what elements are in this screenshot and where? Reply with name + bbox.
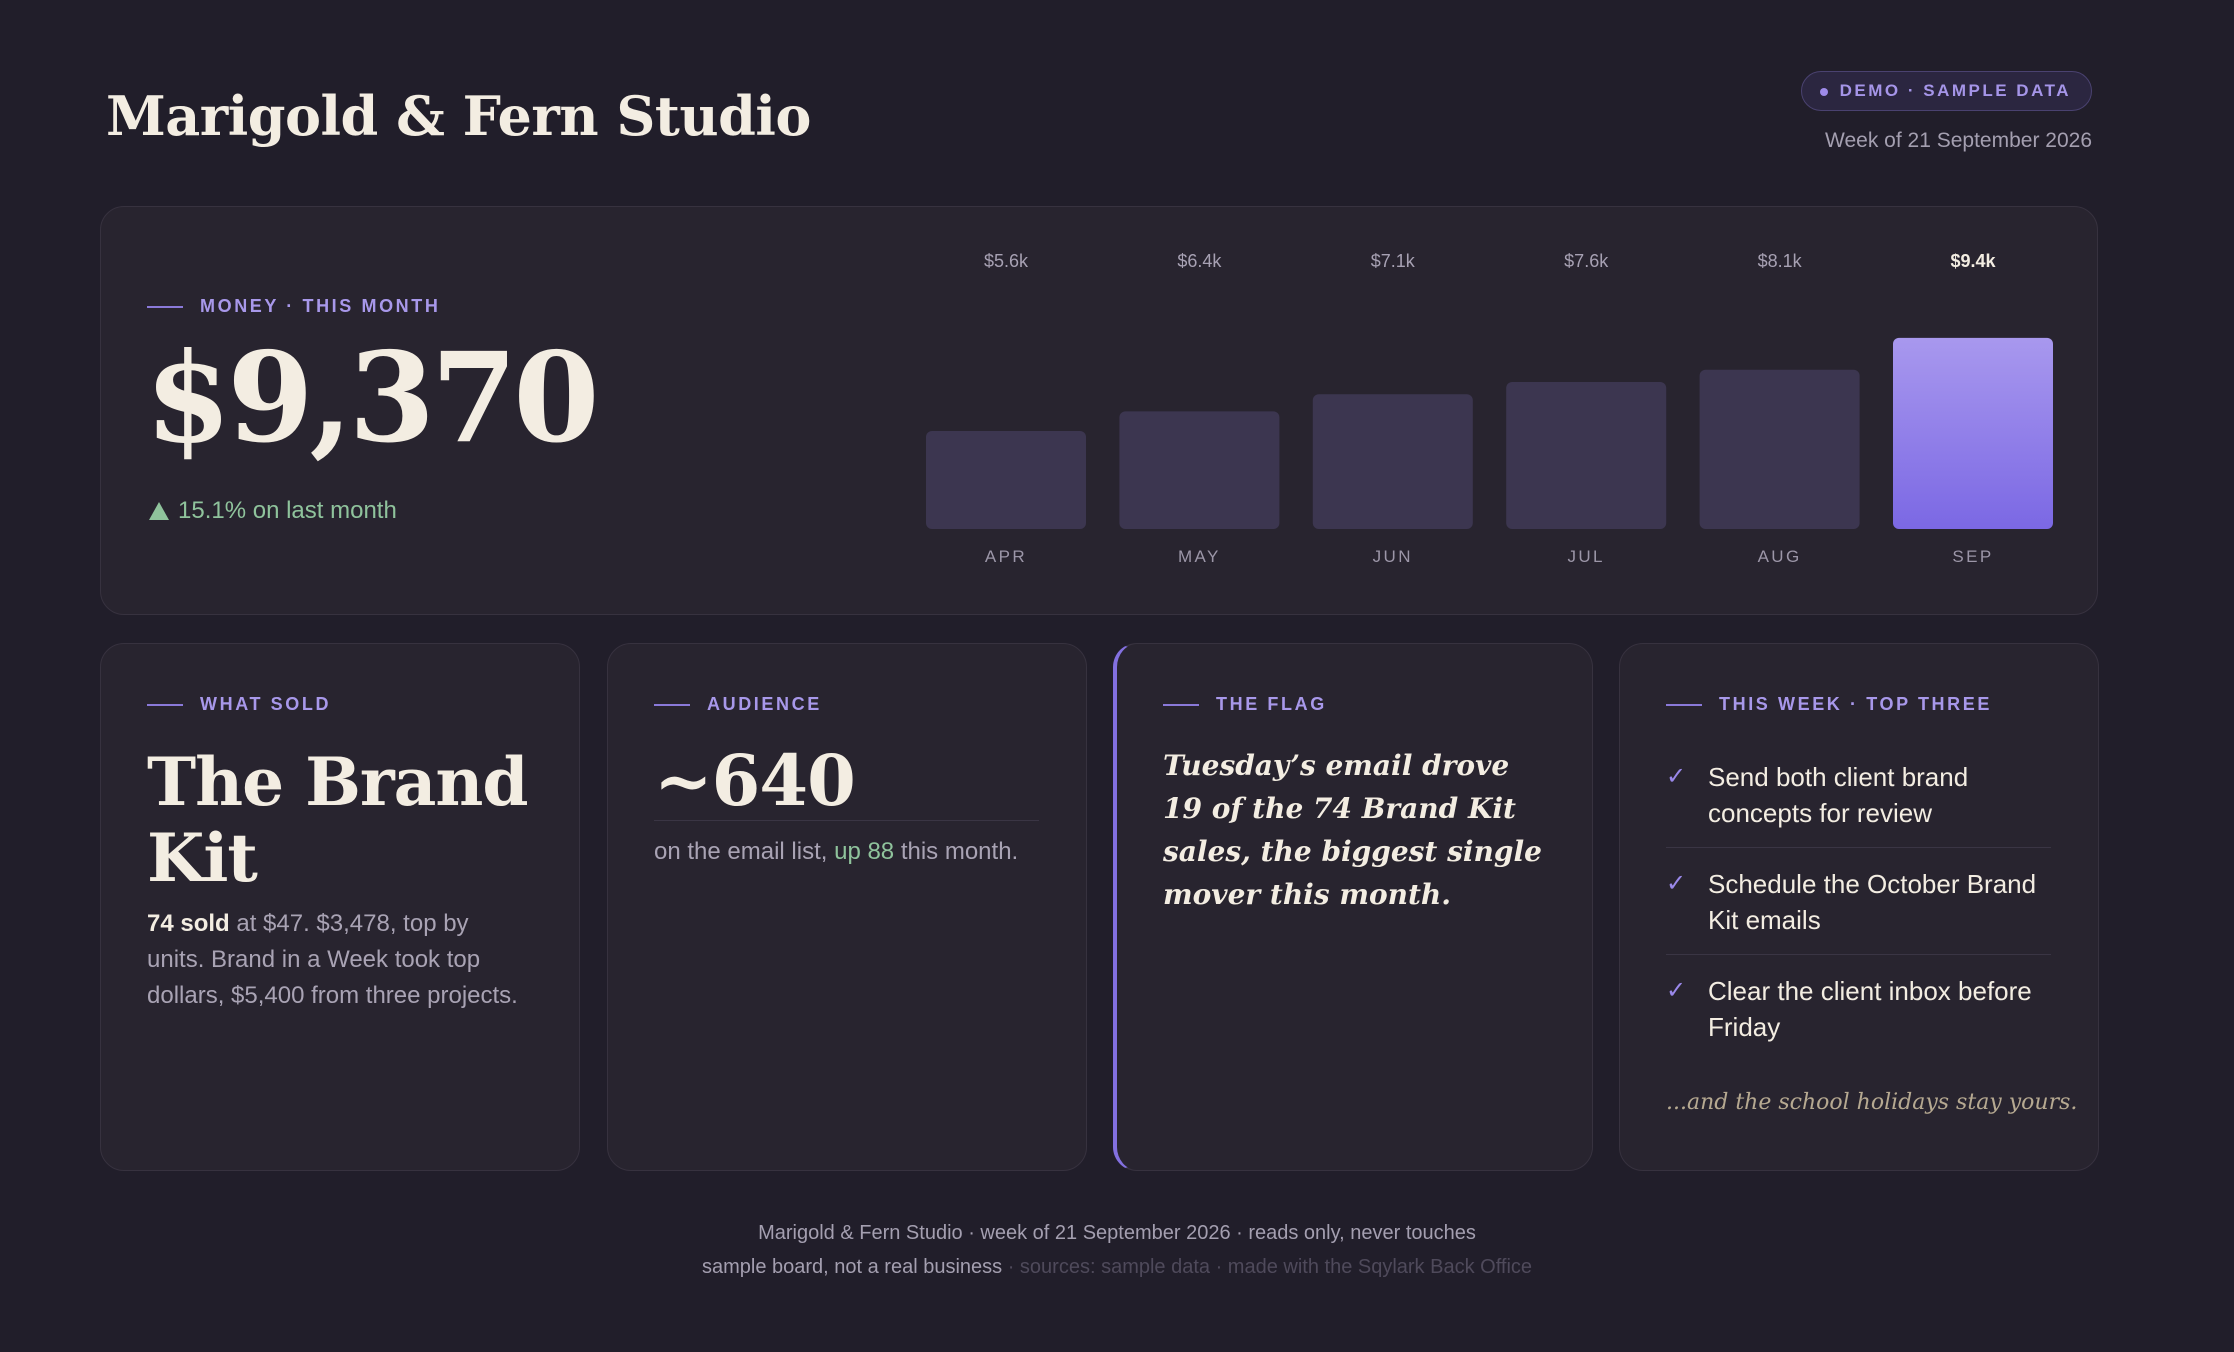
eyebrow-rule <box>654 703 690 706</box>
bar-value-label: $6.4k <box>1177 251 1222 271</box>
top-product-title: The Brand Kit <box>147 743 529 897</box>
money-card: MONEY · THIS MONTH $9,370 15.1% on last … <box>100 206 2098 615</box>
month-tick-label: SEP <box>1952 547 1993 566</box>
flag-card: THE FLAG Tuesday’s email drove 19 of the… <box>1113 643 1593 1171</box>
check-icon: ✓ <box>1666 977 1687 1004</box>
demo-badge: DEMO · SAMPLE DATA <box>1800 71 2092 111</box>
todo-item: ✓ Clear the client inbox before Friday <box>1666 955 2051 1045</box>
footer-line-1: Marigold & Fern Studio · week of 21 Sept… <box>758 1222 1476 1244</box>
bar-value-label: $5.6k <box>984 251 1029 271</box>
todo-footnote: ...and the school holidays stay yours. <box>1666 1090 2078 1115</box>
bar-jun <box>1312 394 1473 529</box>
audience-post: this month. <box>894 838 1019 865</box>
status-dot-icon <box>1819 88 1828 96</box>
eyebrow-rule <box>147 703 183 706</box>
audience-pre: on the email list, <box>654 838 835 865</box>
bar-aug <box>1699 369 1860 529</box>
eyebrow-rule <box>1666 703 1702 706</box>
sold-summary: 74 sold at $47. $3,478, top by units. Br… <box>147 906 527 1014</box>
top-three-card: THIS WEEK · TOP THREE ✓ Send both client… <box>1619 643 2099 1171</box>
flag-eyebrow: THE FLAG <box>1163 694 1327 715</box>
footer-line-2: sample board, not a real business · sour… <box>0 1256 2234 1279</box>
bar-sep <box>1893 337 2053 529</box>
todo-item-label: Send both client brand concepts for revi… <box>1708 762 1969 828</box>
todo-eyebrow-label: THIS WEEK · TOP THREE <box>1719 694 1992 714</box>
check-icon: ✓ <box>1666 870 1687 897</box>
todo-item: ✓ Schedule the October Brand Kit emails <box>1666 848 2051 955</box>
month-tick-label: MAY <box>1178 547 1221 566</box>
audience-eyebrow: AUDIENCE <box>654 694 822 715</box>
todo-list: ✓ Send both client brand concepts for re… <box>1666 759 2051 1045</box>
audience-growth: up 88 <box>834 838 895 865</box>
bar-may <box>1119 411 1280 529</box>
todo-eyebrow: THIS WEEK · TOP THREE <box>1666 694 1992 715</box>
units-sold: 74 sold <box>147 910 230 937</box>
month-tick-label: AUG <box>1758 547 1802 566</box>
bar-value-label: $8.1k <box>1758 251 1803 271</box>
footer-sources: · sources: sample data · made with the S… <box>1002 1256 1533 1278</box>
month-tick-label: JUN <box>1373 547 1413 566</box>
footer-note: sample board, not a real business <box>701 1256 1003 1278</box>
bar-jul <box>1506 382 1667 529</box>
demo-badge-label: DEMO · SAMPLE DATA <box>1839 81 2071 100</box>
month-tick-label: JUL <box>1567 547 1604 566</box>
flag-quote: Tuesday’s email drove 19 of the 74 Brand… <box>1163 749 1542 911</box>
eyebrow-rule <box>1163 703 1199 706</box>
week-label: Week of 21 September 2026 <box>1825 129 2092 152</box>
sold-eyebrow: WHAT SOLD <box>147 694 331 715</box>
bar-apr <box>926 431 1086 529</box>
bar-value-label: $7.1k <box>1371 251 1416 271</box>
audience-count: ~640 <box>654 739 856 822</box>
todo-item-label: Clear the client inbox before Friday <box>1708 976 2032 1042</box>
audience-eyebrow-label: AUDIENCE <box>707 694 822 714</box>
todo-item-label: Schedule the October Brand Kit emails <box>1708 869 2037 935</box>
bar-value-label: $9.4k <box>1950 251 1996 271</box>
sold-eyebrow-label: WHAT SOLD <box>200 694 332 714</box>
todo-item: ✓ Send both client brand concepts for re… <box>1666 759 2051 848</box>
audience-card: AUDIENCE ~640 on the email list, up 88 t… <box>607 643 1087 1171</box>
what-sold-card: WHAT SOLD The Brand Kit 74 sold at $47. … <box>100 643 580 1171</box>
divider <box>654 820 1039 821</box>
flag-eyebrow-label: THE FLAG <box>1216 694 1327 714</box>
bar-value-label: $7.6k <box>1564 251 1609 271</box>
page-title: Marigold & Fern Studio <box>106 84 811 148</box>
audience-summary: on the email list, up 88 this month. <box>654 838 1018 866</box>
check-icon: ✓ <box>1666 763 1687 790</box>
month-tick-label: APR <box>985 547 1027 566</box>
revenue-bar-chart: $5.6k APR $6.4k MAY $7.1k JUN $7.6k JUL $8.1k AUG… <box>926 251 2053 566</box>
